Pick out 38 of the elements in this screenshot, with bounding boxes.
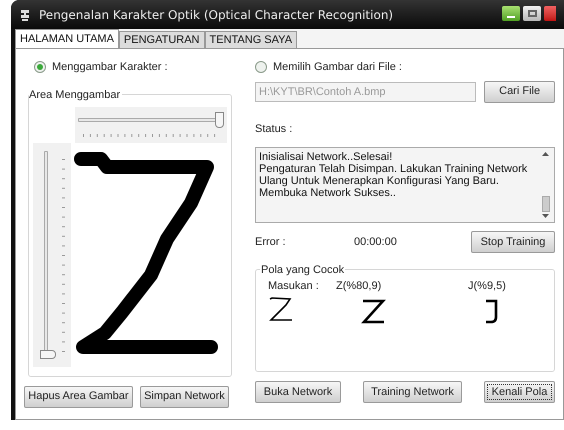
scroll-down-icon[interactable] — [542, 214, 549, 218]
horizontal-slider[interactable] — [78, 112, 224, 128]
status-message: Pengaturan Telah Disimpan. Lakukan Training Network Ulang Untuk Menerapkan Konfigurasi Yang Baru. — [259, 163, 528, 187]
push-button[interactable]: Training Network — [363, 381, 462, 403]
matched-letter-drawing — [360, 296, 386, 324]
scroll-thumb[interactable] — [542, 196, 550, 212]
app-icon — [19, 8, 31, 22]
push-button[interactable]: Kenali Pola — [484, 381, 555, 403]
push-button[interactable]: Cari File — [484, 80, 555, 102]
slider-thumb[interactable] — [215, 112, 224, 128]
radio-label: Menggambar Karakter : — [52, 60, 168, 75]
status-message: Inisialisai Network..Selesai! — [259, 151, 394, 163]
match-label: Z(%80,9) — [336, 279, 382, 294]
maximize-button[interactable] — [523, 6, 541, 21]
input-letter-drawing — [268, 296, 294, 322]
window-title: Pengenalan Karakter Optik (Optical Character Recognition) — [39, 6, 394, 24]
group-title: Pola yang Cocok — [260, 262, 346, 278]
vertical-slider[interactable] — [40, 150, 56, 358]
input-label: Masukan : — [268, 279, 320, 294]
elapsed-time: 00:00:00 — [354, 234, 398, 250]
radio-button[interactable] — [34, 61, 46, 74]
push-button[interactable]: Simpan Network — [140, 386, 229, 408]
push-button[interactable]: Stop Training — [471, 231, 555, 253]
tab[interactable]: TENTANG SAYA — [204, 31, 298, 48]
tab[interactable]: HALAMAN UTAMA — [15, 29, 119, 48]
push-button[interactable]: Hapus Area Gambar — [24, 386, 133, 408]
match-label: J(%9,5) — [468, 279, 506, 294]
status-message: Membuka Network Sukses.. — [259, 187, 397, 199]
tab[interactable]: PENGATURAN — [118, 31, 205, 48]
error-label: Error : — [255, 234, 287, 250]
radio-button[interactable] — [255, 61, 267, 74]
push-button[interactable]: Buka Network — [255, 381, 341, 403]
radio-label: Memilih Gambar dari File : — [273, 60, 402, 75]
scroll-up-icon[interactable] — [542, 152, 549, 156]
close-button[interactable] — [544, 6, 556, 21]
status-label: Status : — [255, 122, 294, 136]
slider-thumb[interactable] — [40, 350, 56, 358]
minimize-button[interactable] — [502, 6, 520, 21]
